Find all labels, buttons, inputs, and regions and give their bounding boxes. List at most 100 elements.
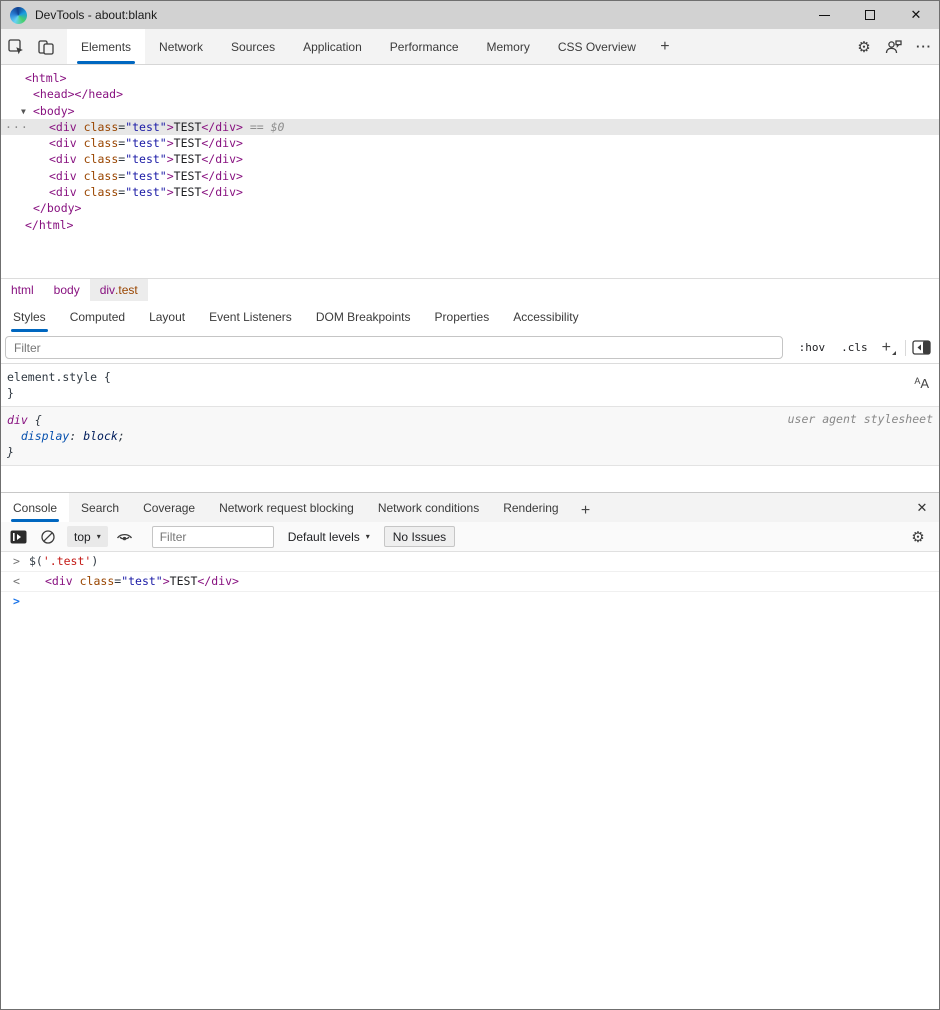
tab-label: Performance [390,40,459,54]
style-rule[interactable]: element.style {} [1,364,939,407]
console-tab-network-conditions[interactable]: Network conditions [366,493,491,522]
console-result-row: <<div class="test">TEST</div> [1,572,939,592]
maximize-button[interactable] [847,1,893,29]
console-settings-button[interactable]: ⚙ [905,522,931,552]
console-tab-search[interactable]: Search [69,493,131,522]
styles-filter-input[interactable] [5,336,783,359]
tab-elements[interactable]: Elements [67,29,145,64]
tab-label: Network [159,40,203,54]
tab-network[interactable]: Network [145,29,217,64]
styles-pane: element.style {}div { display: block;}us… [1,364,939,492]
console-toolbar: top ▾ Default levels ▾ No Issues ⚙ [1,522,939,552]
tab-label: Network request blocking [219,501,354,515]
titlebar: DevTools - about:blank ✕ [1,1,939,29]
tab-label: Application [303,40,362,54]
settings-button[interactable]: ⚙ [849,29,879,65]
expand-arrow-icon[interactable]: ▼ [21,104,33,120]
console-tab-console[interactable]: Console [1,493,69,522]
toggle-pseudo-state-button[interactable]: :hov [791,341,834,354]
tab-memory[interactable]: Memory [473,29,544,64]
dom-tree-row[interactable]: </body> [1,200,939,216]
styles-tab-accessibility[interactable]: Accessibility [501,301,590,332]
tab-label: Console [13,501,57,515]
edge-logo-icon [10,7,27,24]
styles-tab-computed[interactable]: Computed [58,301,137,332]
style-rule[interactable]: div { display: block;}user agent stylesh… [1,407,939,466]
prompt-chevron-icon: > [13,553,20,570]
computed-sidebar-toggle-button[interactable] [912,340,931,355]
font-editor-icon[interactable]: AA [914,376,929,391]
breadcrumb-item[interactable]: html [1,279,44,301]
inspect-icon [7,38,25,56]
tab-label: Rendering [503,501,558,515]
breadcrumb: htmlbodydiv.test [1,278,939,301]
more-tabs-button[interactable]: + [650,29,680,65]
console-output[interactable]: >$('.test')<<div class="test">TEST</div>… [1,552,939,1009]
eye-icon [116,530,133,544]
issues-counter[interactable]: No Issues [384,526,455,547]
tab-label: Computed [70,310,125,324]
styles-tab-dom-breakpoints[interactable]: DOM Breakpoints [304,301,423,332]
tab-sources[interactable]: Sources [217,29,289,64]
feedback-button[interactable] [879,29,909,65]
console-filter-input[interactable] [152,526,274,548]
tab-label: Styles [13,310,46,324]
execution-context-selector[interactable]: top ▾ [67,526,108,547]
breadcrumb-item[interactable]: div.test [90,279,148,301]
feedback-icon [885,39,903,55]
live-expression-button[interactable] [112,522,138,552]
dom-tree-row[interactable]: <div class="test">TEST</div> [1,184,939,200]
console-drawer: Console SearchCoverage Network request blo… [1,492,939,1009]
styles-tab-properties[interactable]: Properties [423,301,502,332]
chevron-down-icon: ▾ [366,532,370,541]
new-style-rule-button[interactable]: + [876,339,899,357]
tab-application[interactable]: Application [289,29,376,64]
console-sidebar-toggle-button[interactable] [5,522,31,552]
tab-label: Memory [487,40,530,54]
dom-tree-row[interactable]: ···<div class="test">TEST</div> == $0 [1,119,939,135]
clear-console-button[interactable] [35,522,61,552]
log-levels-selector[interactable]: Default levels ▾ [288,530,370,544]
minimize-button[interactable] [801,1,847,29]
device-toolbar-button[interactable] [31,29,61,65]
tab-label: DOM Breakpoints [316,310,411,324]
tab-label: Elements [81,40,131,54]
element-classes-button[interactable]: .cls [833,341,876,354]
dom-tree-row[interactable]: <html> [1,70,939,86]
console-tab-coverage[interactable]: Coverage [131,493,207,522]
dom-tree-row[interactable]: <div class="test">TEST</div> [1,151,939,167]
inspect-element-button[interactable] [1,29,31,65]
customize-menu-button[interactable]: ··· [909,29,939,65]
dom-tree-row[interactable]: <div class="test">TEST</div> [1,168,939,184]
console-tab-network-request-blocking[interactable]: Network request blocking [207,493,366,522]
tab-label: Accessibility [513,310,578,324]
tab-label: Layout [149,310,185,324]
styles-tab-layout[interactable]: Layout [137,301,197,332]
minimize-icon [819,15,830,16]
console-prompt-row[interactable]: > [1,592,939,594]
close-icon: ✕ [917,500,928,516]
console-tab-bar: Console SearchCoverage Network request blo… [1,493,939,522]
styles-filter-row: :hov .cls + [1,332,939,364]
tab-label: CSS Overview [558,40,636,54]
close-drawer-button[interactable]: ✕ [905,493,939,522]
stylesheet-origin: user agent stylesheet [788,412,933,426]
console-tab-rendering[interactable]: Rendering [491,493,570,522]
dom-tree-row[interactable]: <div class="test">TEST</div> [1,135,939,151]
dom-tree-row[interactable]: <head></head> [1,86,939,102]
node-menu-icon[interactable]: ··· [5,119,29,135]
breadcrumb-item[interactable]: body [44,279,90,301]
device-emulation-icon [37,38,55,56]
prompt-chevron-icon: > [13,593,20,610]
tab-performance[interactable]: Performance [376,29,473,64]
divider [905,340,906,356]
console-sidebar-icon [10,530,27,544]
dom-tree-row[interactable]: </html> [1,217,939,233]
more-icon: ··· [916,39,932,54]
dom-tree-row[interactable]: ▼<body> [1,103,939,119]
styles-tab-styles[interactable]: Styles [1,301,58,332]
window-controls: ✕ [801,1,939,29]
styles-tab-event-listeners[interactable]: Event Listeners [197,301,304,332]
close-button[interactable]: ✕ [893,1,939,29]
tab-css-overview[interactable]: CSS Overview [544,29,650,64]
